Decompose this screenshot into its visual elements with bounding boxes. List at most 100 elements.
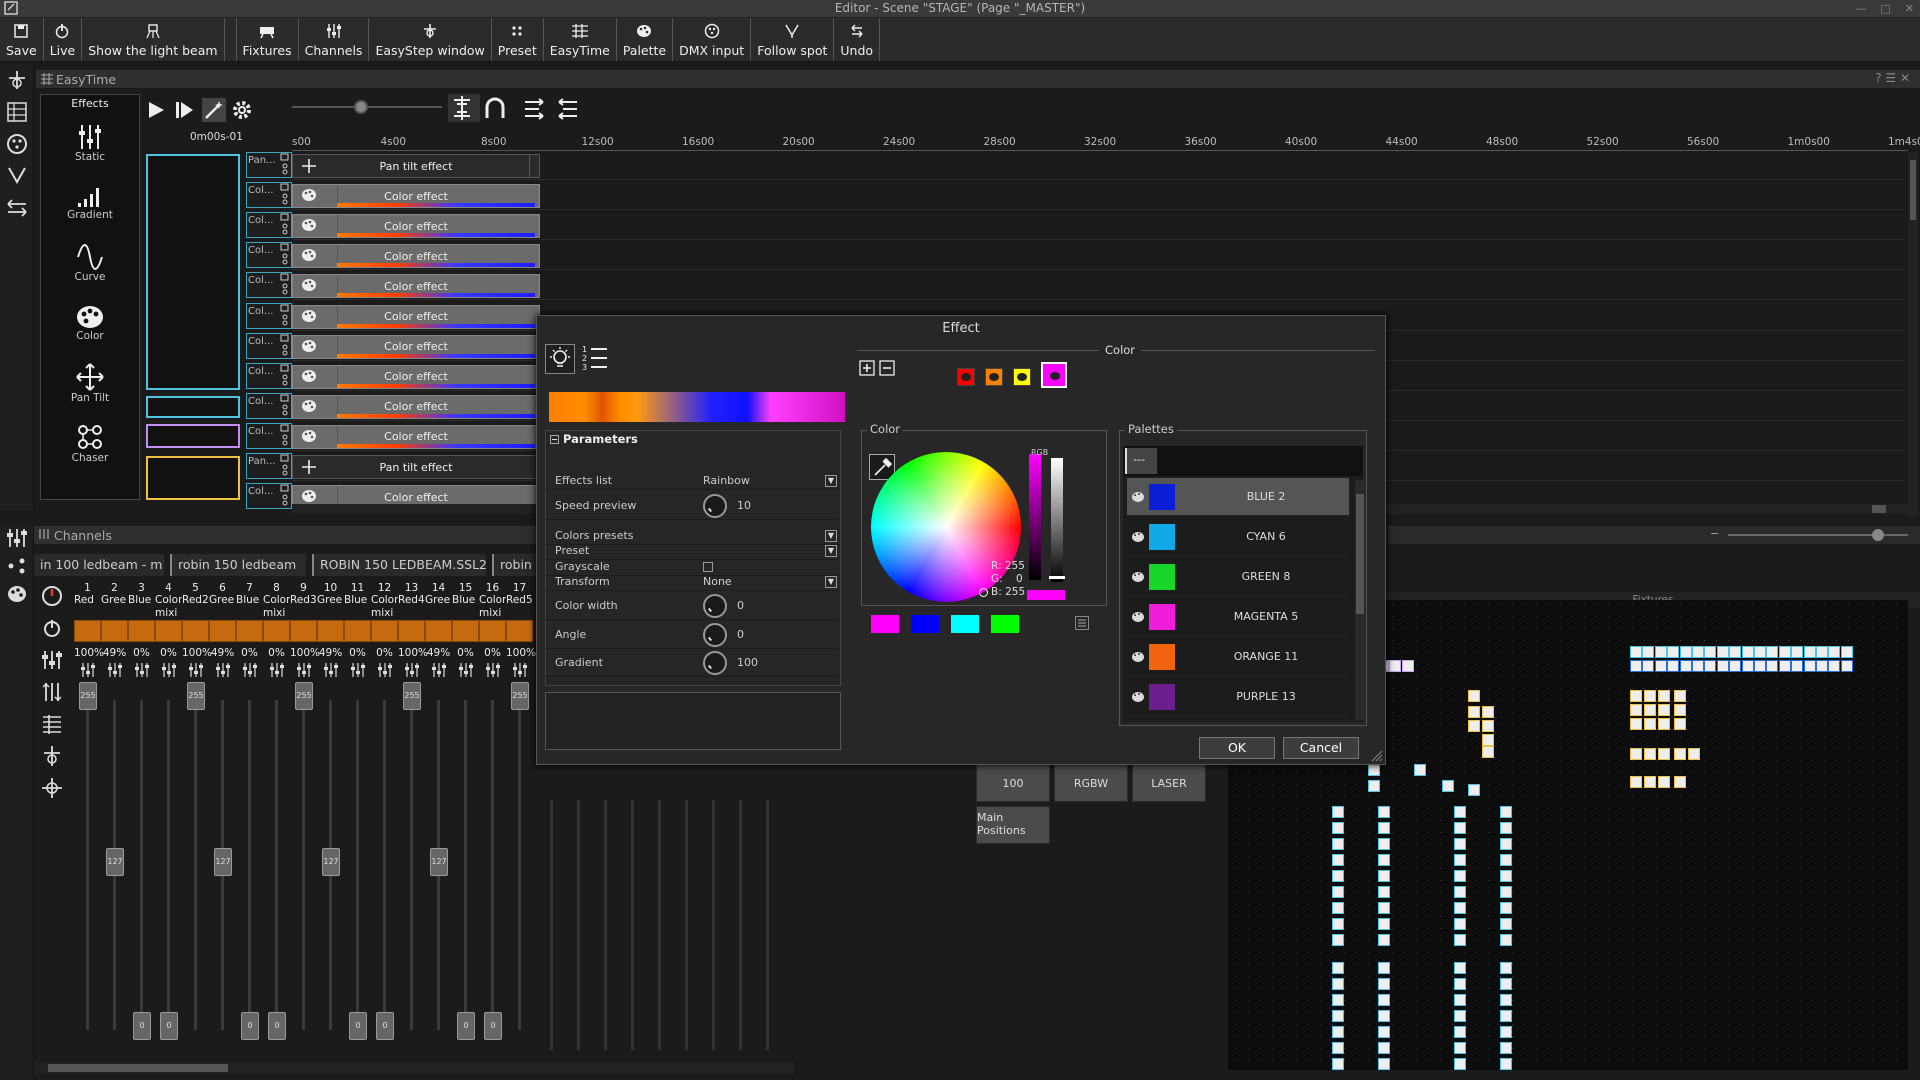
fixture-block[interactable] — [1729, 646, 1742, 658]
chevron-down-icon[interactable]: ▼ — [825, 529, 837, 542]
effect-color-swatch[interactable] — [1013, 368, 1031, 386]
fixture-block[interactable] — [1500, 806, 1512, 818]
fixture-block[interactable] — [1778, 660, 1791, 672]
fixture-block[interactable] — [1454, 822, 1466, 834]
grid-side-icon[interactable] — [0, 96, 33, 128]
fixture-block[interactable] — [1454, 934, 1466, 946]
color-effect-block[interactable]: Color effect — [292, 244, 540, 269]
extra-fader-track[interactable] — [658, 800, 661, 1050]
fader-track[interactable] — [86, 700, 89, 1030]
arrange-icon[interactable] — [522, 96, 548, 122]
group-block-4[interactable] — [146, 456, 240, 500]
pan-tilt-effect-block[interactable]: Pan tilt effect — [292, 154, 540, 178]
fixture-block[interactable] — [1468, 784, 1480, 796]
fixture-block[interactable] — [1378, 854, 1390, 866]
preset-color-swatch[interactable] — [911, 615, 939, 633]
fixture-block[interactable] — [1500, 902, 1512, 914]
palette-item[interactable]: PURPLE 13 — [1127, 678, 1349, 716]
color-effect-block[interactable]: Color effect — [292, 214, 540, 239]
fader-track[interactable] — [518, 700, 521, 1030]
fixture-block[interactable] — [1332, 806, 1344, 818]
fixture-block[interactable] — [1368, 764, 1380, 776]
extra-fader-track[interactable] — [739, 800, 742, 1050]
fixture-block[interactable] — [1679, 646, 1692, 658]
palette-button[interactable]: Palette — [617, 18, 674, 61]
channels-side-icon[interactable] — [0, 524, 33, 552]
fixture-block[interactable] — [1642, 660, 1655, 672]
fixture-block[interactable] — [1791, 660, 1804, 672]
fixture-block[interactable] — [1500, 886, 1512, 898]
link-icon[interactable] — [280, 484, 290, 508]
fixture-block[interactable] — [1454, 918, 1466, 930]
effect-curve[interactable]: Curve — [41, 233, 139, 293]
fixture-block[interactable] — [1468, 720, 1480, 732]
fixture-block[interactable] — [1828, 660, 1841, 672]
fixture-block[interactable] — [1840, 646, 1853, 658]
fixture-block[interactable] — [1500, 918, 1512, 930]
position-side-icon[interactable] — [34, 740, 70, 772]
dial-knob[interactable] — [703, 650, 727, 675]
play-icon[interactable] — [146, 100, 166, 120]
fader-track[interactable] — [410, 700, 413, 1030]
extra-fader-track[interactable] — [550, 800, 553, 1050]
dial-knob[interactable] — [703, 593, 727, 618]
save-button[interactable]: Save — [0, 18, 44, 61]
fixture-block[interactable] — [1500, 854, 1512, 866]
color-effect-block[interactable]: Color effect — [292, 304, 540, 329]
link-icon[interactable] — [280, 153, 290, 177]
fixture-block[interactable] — [1716, 660, 1729, 672]
fixture-block[interactable] — [1482, 734, 1494, 746]
color-effect-block[interactable]: Color effect — [292, 334, 540, 359]
fixture-block[interactable] — [1442, 780, 1454, 792]
fixture-block[interactable] — [1667, 660, 1680, 672]
fixture-block[interactable] — [1500, 934, 1512, 946]
fixture-block[interactable] — [1332, 1058, 1344, 1070]
dots-side-icon[interactable] — [0, 552, 33, 580]
preset-rgbw-button[interactable]: RGBW — [1054, 764, 1128, 802]
preset-laser-button[interactable]: LASER — [1132, 764, 1206, 802]
group-block-3[interactable] — [146, 424, 240, 448]
fixture-block[interactable] — [1332, 854, 1344, 866]
fixture-block[interactable] — [1674, 718, 1686, 730]
fixture-block[interactable] — [1378, 962, 1390, 974]
fixture-block[interactable] — [1704, 646, 1717, 658]
channel-mini-icon[interactable] — [74, 661, 101, 681]
channels-button[interactable]: Channels — [299, 18, 370, 61]
fixture-block[interactable] — [1679, 660, 1692, 672]
effect-static[interactable]: Static — [41, 113, 139, 173]
fixture-block[interactable] — [1704, 660, 1717, 672]
color-effect-block[interactable]: Color effect — [292, 394, 540, 419]
palette-item[interactable]: ORANGE 11 — [1127, 638, 1349, 676]
dmx-input-button[interactable]: DMX input — [673, 18, 752, 61]
fixture-block[interactable] — [1674, 776, 1686, 788]
fixture-block[interactable] — [1378, 886, 1390, 898]
preset-100-button[interactable]: 100 — [976, 764, 1050, 802]
fader-knob[interactable]: 127 — [106, 847, 124, 876]
fixture-block[interactable] — [1644, 718, 1656, 730]
fixture-block[interactable] — [1454, 886, 1466, 898]
more-swatches-icon[interactable] — [1075, 616, 1089, 630]
ok-button[interactable]: OK — [1199, 737, 1275, 759]
fixture-block[interactable] — [1378, 918, 1390, 930]
channel-mini-icon[interactable] — [506, 661, 533, 681]
fixture-block[interactable] — [1454, 962, 1466, 974]
remove-color-icon[interactable] — [879, 360, 895, 376]
channel-mini-icon[interactable] — [101, 661, 128, 681]
maximize-icon[interactable]: □ — [1880, 0, 1890, 17]
fixture-block[interactable] — [1766, 660, 1779, 672]
fader-knob[interactable]: 0 — [484, 1012, 502, 1040]
fader-knob[interactable]: 0 — [160, 1012, 178, 1040]
fixture-block[interactable] — [1630, 748, 1642, 760]
fader-track[interactable] — [491, 700, 494, 1030]
fixture-block[interactable] — [1803, 646, 1816, 658]
channels-hscroll[interactable] — [34, 1062, 794, 1074]
fixture-block[interactable] — [1642, 646, 1655, 658]
fixture-block[interactable] — [1500, 1010, 1512, 1022]
fader-knob[interactable]: 127 — [214, 847, 232, 876]
preset-button[interactable]: Preset — [492, 18, 544, 61]
fader-track[interactable] — [383, 700, 386, 1030]
channel-mini-icon[interactable] — [236, 661, 263, 681]
color-effect-block[interactable]: Color effect — [292, 184, 540, 209]
fixture-block[interactable] — [1500, 994, 1512, 1006]
effect-pan-tilt[interactable]: Pan Tilt — [41, 353, 139, 413]
